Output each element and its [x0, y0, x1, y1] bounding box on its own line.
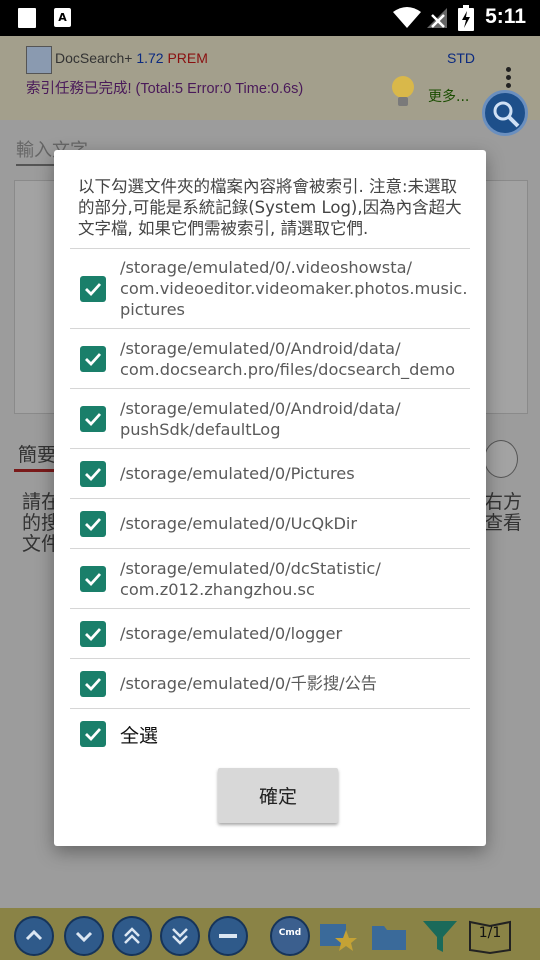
mode-label[interactable]: STD	[447, 50, 475, 66]
wifi-icon	[393, 7, 421, 28]
checkmark-icon	[85, 728, 102, 742]
select-all-label: 全選	[120, 724, 159, 747]
folder-path: /storage/emulated/0/logger	[120, 624, 343, 643]
font-a-icon: A	[54, 8, 71, 27]
summary-line-right-1: 右方	[483, 491, 522, 513]
folder-checkbox[interactable]	[80, 510, 106, 537]
folder-checkbox[interactable]	[80, 565, 106, 592]
dialog-message: 以下勾選文件夾的檔案內容將會被索引. 注意:未選取的部分,可能是系統記錄(Sys…	[78, 177, 462, 238]
app-header: DocSearch+ 1.72 PREM STD 索引任務已完成! (Total…	[0, 36, 540, 120]
folder-checkbox[interactable]	[80, 620, 106, 647]
checkmark-icon	[85, 677, 102, 691]
signal-off-icon	[427, 8, 447, 28]
checkmark-icon	[85, 572, 102, 586]
folder-checkbox[interactable]	[80, 670, 106, 697]
folder-checkbox[interactable]	[80, 275, 106, 302]
select-all-checkbox[interactable]	[80, 721, 106, 747]
cmd-button[interactable]: Cmd	[270, 916, 310, 956]
folder-item[interactable]: /storage/emulated/0/Pictures	[70, 448, 470, 498]
folder-path: /storage/emulated/0/dcStatistic/ com.z01…	[120, 558, 381, 599]
document-icon[interactable]	[484, 440, 518, 478]
collapse-button[interactable]	[208, 916, 248, 956]
folder-path: /storage/emulated/0/.videoshowsta/ com.v…	[120, 258, 468, 319]
folder-item[interactable]: /storage/emulated/0/Android/data/ pushSd…	[70, 388, 470, 448]
notification-square-icon	[18, 8, 36, 28]
folder-path: /storage/emulated/0/UcQkDir	[120, 514, 358, 533]
folder-checkbox[interactable]	[80, 460, 106, 487]
clock: 5:11	[485, 5, 526, 28]
page-down-button[interactable]	[160, 916, 200, 956]
ok-button[interactable]: 確定	[218, 768, 338, 823]
app-name: DocSearch+	[55, 50, 133, 66]
checkmark-icon	[85, 282, 102, 296]
folder-item[interactable]: /storage/emulated/0/Android/data/ com.do…	[70, 328, 470, 388]
folder-path: /storage/emulated/0/Android/data/ pushSd…	[120, 398, 401, 439]
favorites-icon[interactable]	[318, 916, 358, 956]
app-version: 1.72	[136, 50, 164, 66]
lightbulb-icon[interactable]	[388, 74, 418, 110]
folder-selection-dialog: 以下勾選文件夾的檔案內容將會被索引. 注意:未選取的部分,可能是系統記錄(Sys…	[54, 150, 486, 846]
scroll-down-button[interactable]	[64, 916, 104, 956]
search-button[interactable]	[482, 90, 528, 136]
checkmark-icon	[85, 412, 102, 426]
folder-list: /storage/emulated/0/.videoshowsta/ com.v…	[70, 248, 470, 709]
checkmark-icon	[85, 352, 102, 366]
minus-icon	[219, 934, 237, 938]
select-all-row[interactable]: 全選	[70, 708, 470, 760]
chevron-up-icon	[25, 929, 43, 941]
more-link[interactable]: 更多...	[428, 86, 469, 106]
battery-charging-icon	[458, 5, 474, 31]
summary-line-right-2: 查看	[483, 512, 522, 534]
magnifier-icon	[493, 101, 520, 128]
page-indicator-button[interactable]: 1/1	[468, 916, 511, 956]
double-chevron-down-icon	[172, 928, 188, 945]
app-edition: PREM	[167, 50, 208, 66]
folder-checkbox[interactable]	[80, 405, 106, 432]
folder-path: /storage/emulated/0/Android/data/ com.do…	[120, 338, 456, 379]
folder-item[interactable]: /storage/emulated/0/dcStatistic/ com.z01…	[70, 548, 470, 608]
page-up-button[interactable]	[112, 916, 152, 956]
app-title: DocSearch+ 1.72 PREM	[55, 50, 208, 66]
scroll-up-button[interactable]	[14, 916, 54, 956]
checkmark-icon	[85, 517, 102, 531]
chevron-down-icon	[75, 931, 93, 943]
bottom-toolbar: Cmd 1/1	[0, 908, 540, 960]
filter-icon[interactable]	[420, 916, 460, 956]
folder-item[interactable]: /storage/emulated/0/logger	[70, 608, 470, 658]
folder-checkbox[interactable]	[80, 345, 106, 372]
double-chevron-up-icon	[124, 927, 140, 944]
app-logo-icon	[26, 46, 52, 74]
folder-path: /storage/emulated/0/Pictures	[120, 464, 355, 483]
folder-item[interactable]: /storage/emulated/0/.videoshowsta/ com.v…	[70, 248, 470, 328]
index-status: 索引任務已完成! (Total:5 Error:0 Time:0.6s)	[26, 81, 304, 97]
folder-item[interactable]: /storage/emulated/0/UcQkDir	[70, 498, 470, 548]
checkmark-icon	[85, 627, 102, 641]
folder-icon[interactable]	[370, 916, 410, 956]
folder-path: /storage/emulated/0/千影搜/公告	[120, 674, 377, 693]
checkmark-icon	[85, 467, 102, 481]
page-indicator: 1/1	[478, 925, 502, 941]
cmd-label: Cmd	[278, 928, 302, 938]
status-bar: A 5:11	[0, 0, 540, 36]
folder-item[interactable]: /storage/emulated/0/千影搜/公告	[70, 658, 470, 709]
